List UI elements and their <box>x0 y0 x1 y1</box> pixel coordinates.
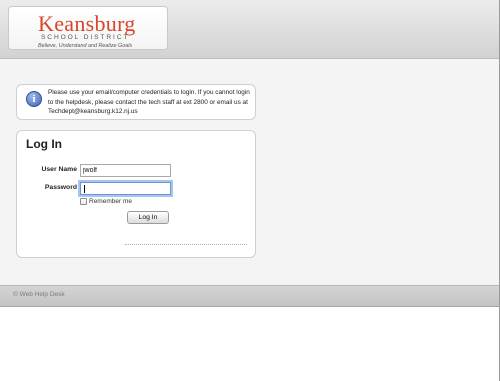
login-button[interactable]: Log In <box>127 211 169 224</box>
info-message-box: i Please use your email/computer credent… <box>16 84 256 120</box>
info-message: Please use your email/computer credentia… <box>48 89 250 115</box>
username-field[interactable] <box>80 164 171 177</box>
logo-name: Keansburg <box>38 11 136 36</box>
divider <box>125 244 247 245</box>
password-field[interactable] <box>80 182 171 195</box>
info-icon: i <box>26 91 42 107</box>
district-logo[interactable]: Keansburg SCHOOL DISTRICT Believe, Under… <box>8 6 168 50</box>
text-cursor <box>84 185 85 193</box>
footer-copyright[interactable]: © Web Help Desk <box>13 291 65 298</box>
header-bar: Keansburg SCHOOL DISTRICT Believe, Under… <box>0 0 500 59</box>
remember-me-checkbox[interactable] <box>80 198 87 205</box>
login-panel: Log In User Name Password Remember me Lo… <box>16 130 256 258</box>
footer-bar: © Web Help Desk <box>0 285 500 307</box>
username-label: User Name <box>41 166 77 173</box>
logo-tagline: Believe, Understand and Realize Goals <box>38 43 133 49</box>
password-label: Password <box>44 184 77 191</box>
logo-subtitle: SCHOOL DISTRICT <box>41 34 130 41</box>
login-title: Log In <box>26 137 62 151</box>
remember-me-label[interactable]: Remember me <box>89 198 132 205</box>
